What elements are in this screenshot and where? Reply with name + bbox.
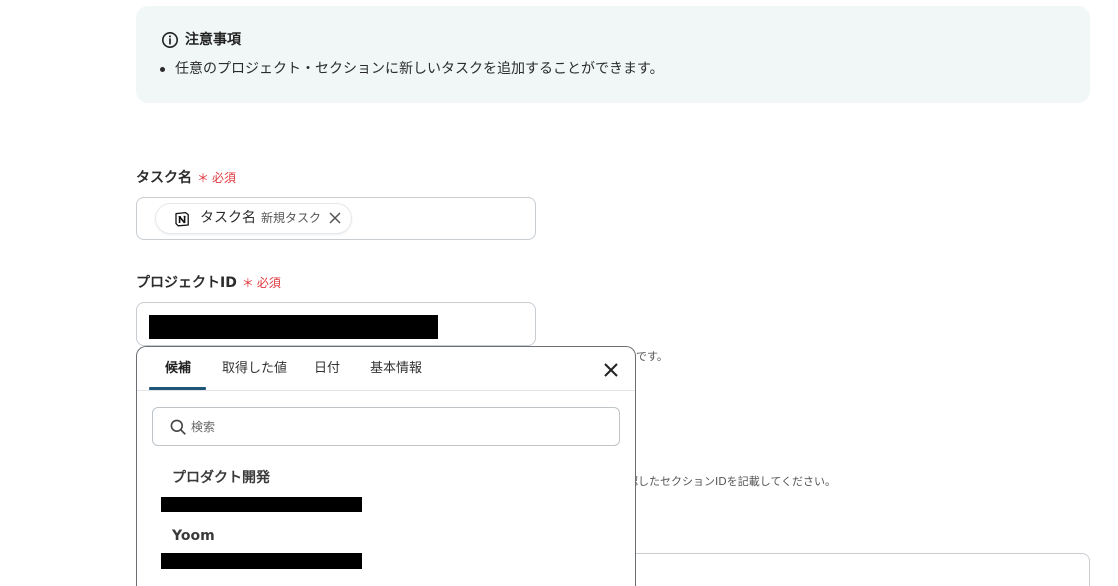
tab-date[interactable]: 日付 xyxy=(314,360,340,378)
field-label: タスク名 xyxy=(136,170,192,186)
notion-icon xyxy=(175,211,189,227)
notice-title: 注意事項 xyxy=(185,32,241,48)
task-name-input[interactable]: タスク名 新規タスク xyxy=(136,197,536,240)
required-label: 必須 xyxy=(212,171,237,185)
search-icon xyxy=(170,419,186,435)
tab-fetched-values[interactable]: 取得した値 xyxy=(222,360,287,378)
variable-picker-dropdown: 候補 取得した値 日付 基本情報 プロダクト開発 Yoom xyxy=(136,346,636,586)
section-id-help-text: 認したセクションIDを記載してください。 xyxy=(627,475,837,488)
notice-item: 任意のプロジェクト・セクションに新しいタスクを追加することができます。 xyxy=(175,61,664,77)
redacted-option-id xyxy=(161,497,362,512)
tab-basic-info[interactable]: 基本情報 xyxy=(370,360,422,378)
bullet-dot xyxy=(160,67,165,72)
option-item[interactable]: Yoom xyxy=(149,517,623,573)
project-id-input[interactable] xyxy=(136,302,536,346)
search-input[interactable] xyxy=(191,418,601,436)
tab-divider xyxy=(137,390,635,391)
required-mark: ＊ xyxy=(241,276,254,290)
task-name-label: タスク名 ＊ 必須 xyxy=(136,168,236,188)
project-id-help-text: です。 xyxy=(636,350,668,363)
info-icon xyxy=(162,32,178,48)
required-mark: ＊ xyxy=(197,171,210,185)
option-label: Yoom xyxy=(172,528,215,544)
close-icon[interactable] xyxy=(328,211,342,225)
tab-candidates[interactable]: 候補 xyxy=(165,360,191,378)
project-id-label: プロジェクトID ＊ 必須 xyxy=(136,273,281,293)
search-box[interactable] xyxy=(152,407,620,446)
notice-box: 注意事項 任意のプロジェクト・セクションに新しいタスクを追加することができます。 xyxy=(136,6,1090,103)
redacted-value xyxy=(149,315,438,339)
chip-label: タスク名 xyxy=(200,210,256,226)
close-icon[interactable] xyxy=(603,362,619,378)
chip-value: 新規タスク xyxy=(261,211,322,225)
option-label: プロダクト開発 xyxy=(172,470,270,486)
redacted-option-id xyxy=(161,553,362,569)
option-item[interactable]: プロダクト開発 xyxy=(149,459,623,513)
variable-chip[interactable]: タスク名 新規タスク xyxy=(156,204,351,233)
required-label: 必須 xyxy=(256,276,281,290)
field-label: プロジェクトID xyxy=(136,275,237,291)
